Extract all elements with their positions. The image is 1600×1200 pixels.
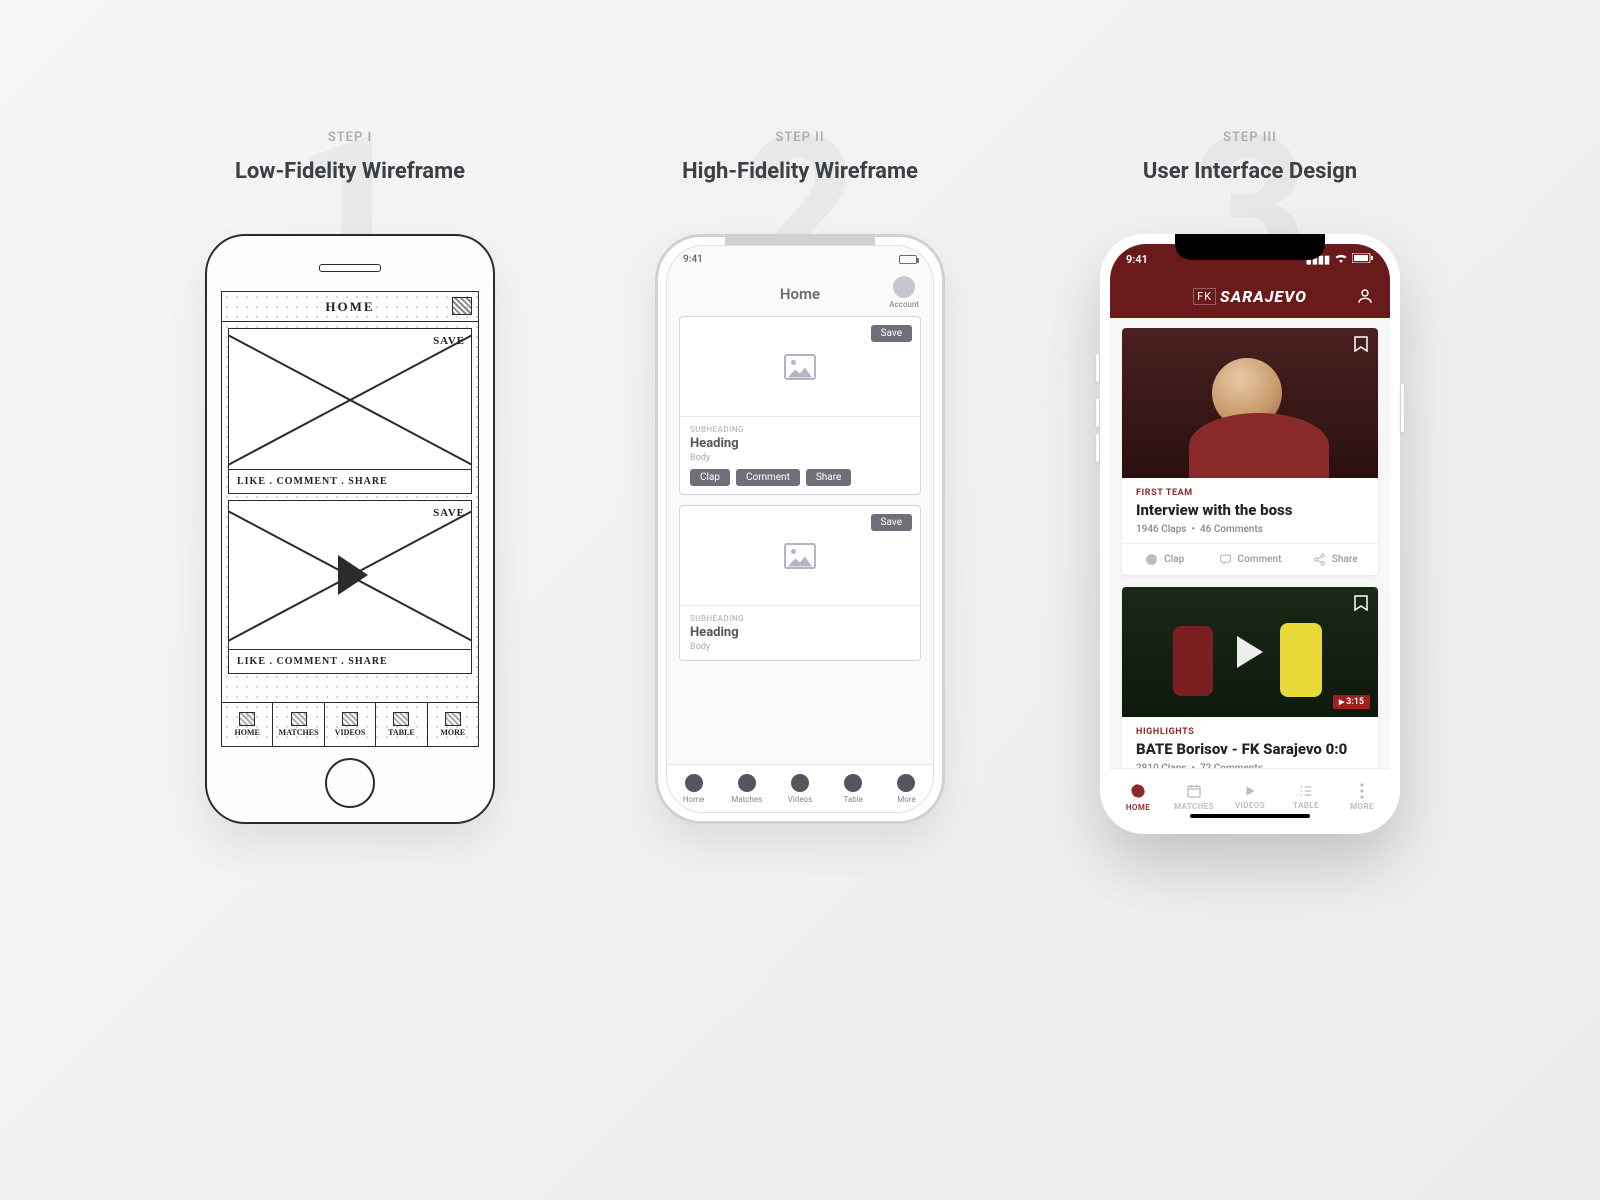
tab-table[interactable]: Table [827,765,880,812]
image-placeholder: Save [680,506,920,606]
heading: Heading [690,436,910,451]
bookmark-icon[interactable] [1354,595,1368,611]
save-button[interactable]: Save [871,325,912,342]
mid-card[interactable]: Save SUBHEADING Heading Body Clap Commen… [679,316,921,495]
article-image [1122,328,1378,478]
picture-icon [784,354,816,380]
mid-tabbar: Home Matches Videos Table More [667,764,933,812]
wifi-icon [1334,253,1348,266]
brand-name: SARAJEVO [1220,287,1307,306]
save-button[interactable]: SAVE [433,507,465,519]
phone-midfi: 9:41 Home Account Save [655,234,945,824]
comment-button[interactable]: Comment [736,469,800,486]
play-icon [1243,784,1257,798]
article-title: Interview with the boss [1136,501,1364,519]
tab-more[interactable]: MORE [1334,769,1390,824]
hi-tabbar: HOME MATCHES VIDEOS TABLE [1110,768,1390,824]
play-icon [338,555,368,595]
clap-button[interactable]: Clap [690,469,730,486]
tab-home[interactable]: Home [667,765,720,812]
category-label: FIRST TEAM [1136,488,1364,498]
tab-home[interactable]: HOME [1110,769,1166,824]
tab-matches[interactable]: MATCHES [273,703,324,746]
lofi-card[interactable]: SAVE LIKE . COMMENT . SHARE [228,328,472,494]
article-stats: 1946 Claps•46 Comments [1136,524,1364,535]
list-icon [1298,784,1314,798]
profile-icon[interactable] [1356,287,1374,305]
menu-icon[interactable] [452,297,472,315]
article-title: BATE Borisov - FK Sarajevo 0:0 [1136,740,1364,758]
status-time: 9:41 [683,254,703,265]
share-button[interactable]: Share [806,469,851,486]
tab-table[interactable]: TABLE [1278,769,1334,824]
play-icon [1237,636,1263,668]
mid-header: Home Account [667,272,933,316]
tab-table[interactable]: TABLE [376,703,427,746]
signal-icon: ▮▮▮▮ [1306,253,1330,266]
step-title: High-Fidelity Wireframe [682,159,918,184]
tab-videos[interactable]: VIDEOS [325,703,376,746]
clap-button[interactable]: Clap [1122,544,1207,575]
calendar-icon [1186,783,1202,799]
battery-icon [1352,253,1374,266]
tab-more[interactable]: More [880,765,933,812]
lofi-header: HOME [222,292,478,322]
phone-hifi: 9:41 ▮▮▮▮ FK SARAJEV [1100,234,1400,834]
step-title: Low-Fidelity Wireframe [235,159,465,184]
comment-button[interactable]: Comment [1207,544,1292,575]
heading: Heading [690,625,910,640]
lofi-card[interactable]: SAVE LIKE . COMMENT . SHARE [228,500,472,674]
home-icon [1129,782,1147,800]
brand-prefix: FK [1193,288,1216,305]
body-text: Body [690,453,910,463]
video-card[interactable]: 3:15 HIGHLIGHTS BATE Borisov - FK Saraje… [1122,587,1378,768]
lofi-actions[interactable]: LIKE . COMMENT . SHARE [229,469,471,493]
tab-matches[interactable]: MATCHES [1166,769,1222,824]
body-text: Body [690,642,910,652]
subheading: SUBHEADING [690,614,910,623]
page-title: Home [780,285,820,303]
avatar-icon [893,276,915,298]
subheading: SUBHEADING [690,425,910,434]
status-bar: 9:41 [667,246,933,272]
step-label: STEP I [328,130,372,145]
picture-icon [784,543,816,569]
step-label: STEP III [1223,130,1277,145]
tab-videos[interactable]: Videos [773,765,826,812]
video-duration: 3:15 [1333,695,1370,709]
tab-home[interactable]: HOME [222,703,273,746]
more-icon [1360,783,1364,799]
share-button[interactable]: Share [1293,544,1378,575]
article-card[interactable]: FIRST TEAM Interview with the boss 1946 … [1122,328,1378,575]
category-label: HIGHLIGHTS [1136,727,1364,737]
lofi-actions[interactable]: LIKE . COMMENT . SHARE [229,649,471,673]
mid-card[interactable]: Save SUBHEADING Heading Body [679,505,921,661]
status-bar: 9:41 ▮▮▮▮ [1110,244,1390,274]
video-thumbnail[interactable]: 3:15 [1122,587,1378,717]
battery-icon [899,255,917,264]
tab-videos[interactable]: VIDEOS [1222,769,1278,824]
brand-header: FK SARAJEVO [1110,274,1390,318]
lofi-title: HOME [325,299,374,315]
video-placeholder[interactable]: SAVE [229,501,471,649]
step-title: User Interface Design [1143,159,1357,184]
bookmark-icon[interactable] [1354,336,1368,352]
phone-lofi: HOME SAVE LIKE . COMMENT . SHARE SAVE [205,234,495,824]
status-time: 9:41 [1126,253,1148,266]
step-label: STEP II [775,130,824,145]
save-button[interactable]: SAVE [433,335,465,347]
tab-more[interactable]: MORE [428,703,478,746]
save-button[interactable]: Save [871,514,912,531]
account-button[interactable]: Account [889,276,919,309]
image-placeholder: SAVE [229,329,471,469]
lofi-tabbar: HOME MATCHES VIDEOS TABLE MORE [222,702,478,746]
tab-matches[interactable]: Matches [720,765,773,812]
image-placeholder: Save [680,317,920,417]
